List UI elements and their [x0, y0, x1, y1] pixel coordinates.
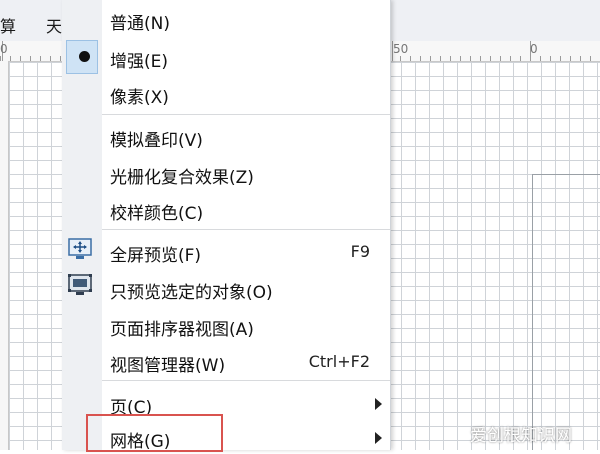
annotation-highlight-box [86, 414, 223, 452]
menu-item-label: 校样颜色(C) [110, 204, 204, 224]
menu-item-shortcut: Ctrl+F2 [308, 352, 370, 371]
fullscreen-preview-icon [68, 238, 92, 259]
menu-item-label: 增强(E) [110, 52, 169, 72]
menubar-item-partial-1[interactable]: 算 [0, 13, 16, 37]
watermark-text: 爱创根知识网 [470, 426, 572, 446]
menu-item-label: 模拟叠印(V) [110, 131, 203, 151]
page-border [532, 174, 600, 175]
ruler-label: 0 [530, 42, 538, 56]
ruler-label: 50 [393, 42, 409, 56]
menu-item-label: 页面排序器视图(A) [110, 320, 254, 340]
menu-item-proof-colors[interactable]: 校样颜色(C) [102, 192, 390, 226]
menu-item-label: 只预览选定的对象(O) [110, 283, 273, 303]
menu-item-label: 全屏预览(F) [110, 246, 202, 266]
menu-item-view-manager[interactable]: 视图管理器(W) Ctrl+F2 [102, 344, 390, 378]
menu-separator [102, 380, 390, 381]
submenu-arrow-icon [375, 432, 382, 444]
menu-item-label: 光栅化复合效果(Z) [110, 168, 254, 188]
menu-item-fullscreen-preview[interactable]: 全屏预览(F) F9 [102, 234, 390, 268]
menu-separator [102, 114, 390, 115]
page-border [532, 174, 533, 450]
vertical-ruler[interactable] [0, 61, 9, 450]
menu-item-label: 像素(X) [110, 88, 169, 108]
view-menu-dropdown: 普通(N) 增强(E) 像素(X) 模拟叠印(V) 光栅化复合效果(Z) 校样颜… [62, 0, 391, 452]
menu-item-preview-selected-only[interactable]: 只预览选定的对象(O) [102, 271, 390, 305]
menu-item-label: 视图管理器(W) [110, 356, 226, 376]
submenu-arrow-icon [375, 398, 382, 410]
menu-item-pixels[interactable]: 像素(X) [102, 76, 390, 110]
menu-item-rasterize-composite[interactable]: 光栅化复合效果(Z) [102, 156, 390, 190]
ruler-label: 0 [0, 42, 8, 56]
preview-selected-icon [68, 274, 92, 295]
menu-item-simulate-overprint[interactable]: 模拟叠印(V) [102, 119, 390, 153]
menu-item-page-sorter-view[interactable]: 页面排序器视图(A) [102, 308, 390, 342]
menu-item-normal[interactable]: 普通(N) [102, 2, 390, 36]
menu-item-enhanced[interactable]: 增强(E) [102, 40, 390, 74]
menu-separator [102, 229, 390, 230]
menu-item-shortcut: F9 [350, 242, 370, 261]
menu-item-label: 普通(N) [110, 14, 170, 34]
menubar-item-partial-2[interactable]: 天 [46, 13, 62, 37]
checked-indicator [66, 40, 98, 74]
radio-bullet-icon [79, 51, 90, 62]
